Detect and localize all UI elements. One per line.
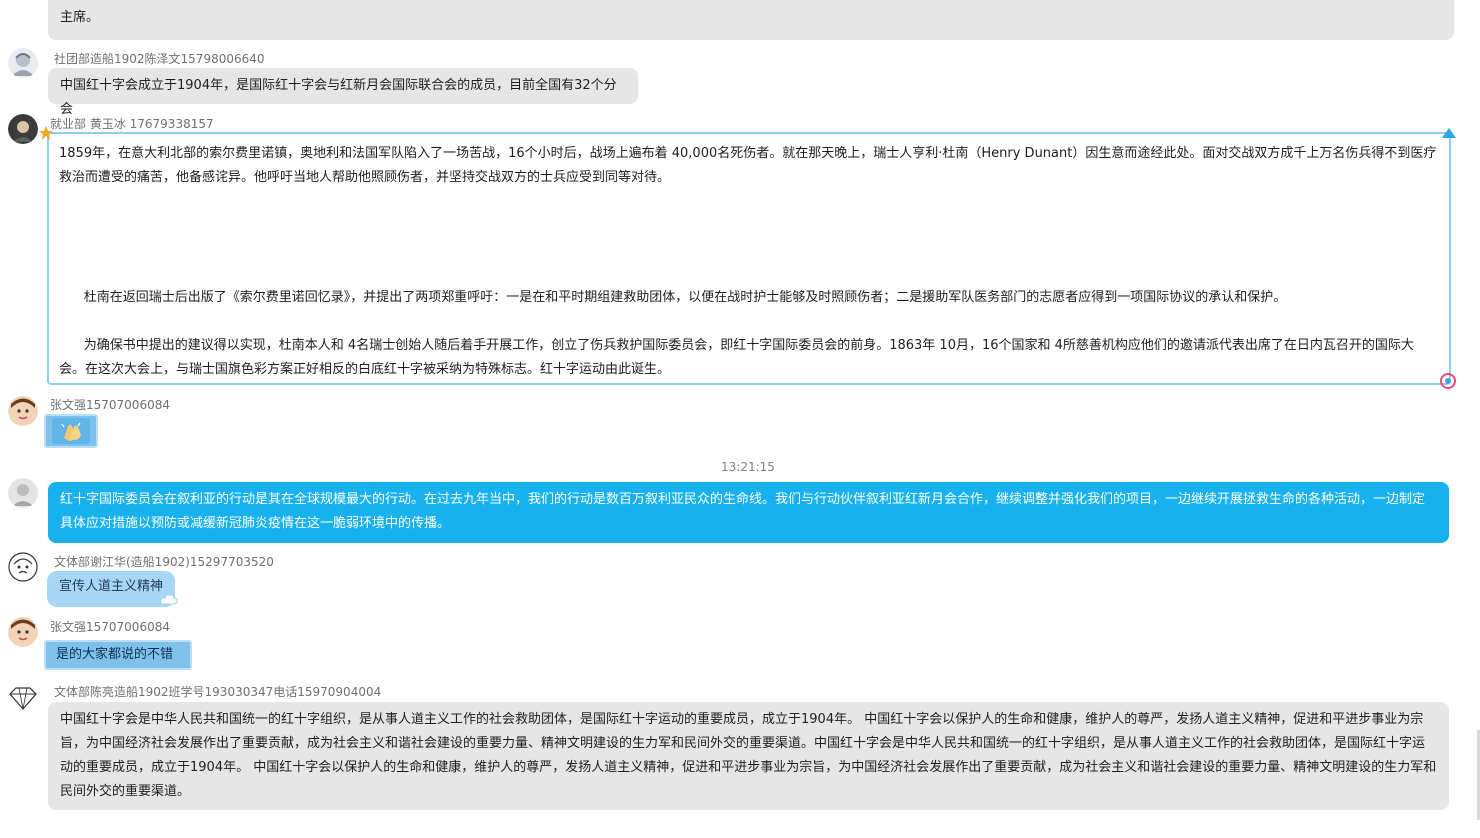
avatar[interactable] [8, 396, 38, 426]
sender-name: 就业部 黄玉冰 17679338157 [50, 117, 214, 131]
message-text: 是的大家都说的不错 [56, 647, 174, 662]
message-paragraph: 为确保书中提出的建议得以实现，杜南本人和 4名瑞士创始人随后着手开展工作，创立了… [59, 338, 1414, 377]
avatar-image-icon [8, 48, 38, 78]
arrow-ornament-icon [1442, 128, 1456, 138]
message-paragraph: 1859年，在意大利北部的索尔费里诺镇，奥地利和法国军队陷入了一场苦战，16个小… [59, 146, 1437, 185]
message-bubble-decorated: 宣传人道主义精神 [47, 571, 175, 607]
message-bubble: 中国红十字会成立于1904年，是国际红十字会与红新月会国际联合会的成员，目前全国… [48, 68, 638, 117]
sender-name: 文体部陈亮造船1902班学号193030347电话15970904004 [54, 685, 382, 699]
clapping-hands-emoji [52, 418, 90, 444]
avatar-image-icon [8, 478, 38, 508]
star-ornament-icon [39, 126, 53, 140]
message-paragraph: 杜南在返回瑞士后出版了《索尔费里诺回忆录》，并提出了两项郑重呼吁：一是在和平时期… [59, 290, 1287, 305]
sender-name: 张文强15707006084 [50, 398, 170, 412]
message-bubble: 中国红十字会与红十字国际委员会、红十字会与红新月会国际联合会和许多国家红十字会有… [48, 0, 1454, 40]
message-timestamp: 13:21:15 [721, 460, 775, 474]
avatar[interactable] [8, 114, 38, 144]
avatar-image-icon [8, 396, 38, 426]
message-text: 中国红十字会与红十字国际委员会、红十字会与红新月会国际联合会和许多国家红十字会有… [60, 0, 1432, 25]
avatar[interactable] [8, 48, 38, 78]
diamond-avatar-icon [9, 687, 37, 710]
message-text: 宣传人道主义精神 [59, 579, 164, 594]
avatar-image-icon [8, 552, 38, 582]
message-bubble-decorated: 1859年，在意大利北部的索尔费里诺镇，奥地利和法国军队陷入了一场苦战，16个小… [47, 132, 1451, 385]
avatar[interactable] [8, 682, 38, 712]
chat-message-list[interactable]: 中国红十字会与红十字国际委员会、红十字会与红新月会国际联合会和许多国家红十字会有… [0, 0, 1480, 838]
sender-name: 张文强15707006084 [50, 620, 170, 634]
sender-name: 文体部谢江华(造船1902)15297703520 [54, 555, 274, 569]
sender-name: 社团部造船1902陈泽文15798006640 [54, 52, 265, 66]
message-bubble: 中国红十字会是中华人民共和国统一的红十字组织，是从事人道主义工作的社会救助团体，… [48, 702, 1449, 810]
avatar-image-icon [8, 114, 38, 144]
swirl-ornament-icon [1440, 373, 1456, 389]
avatar[interactable] [8, 617, 38, 647]
avatar[interactable] [8, 478, 38, 508]
cloud-ornament-icon [160, 594, 178, 605]
message-bubble: 红十字国际委员会在叙利亚的行动是其在全球规模最大的行动。在过去九年当中，我们的行… [48, 482, 1449, 543]
message-text: 中国红十字会是中华人民共和国统一的红十字组织，是从事人道主义工作的社会救助团体，… [60, 712, 1437, 799]
emoji-bubble [44, 414, 98, 448]
avatar[interactable] [8, 552, 38, 582]
message-text: 红十字国际委员会在叙利亚的行动是其在全球规模最大的行动。在过去九年当中，我们的行… [60, 492, 1426, 531]
avatar-image-icon [8, 617, 38, 647]
message-bubble-decorated: 是的大家都说的不错 [44, 640, 192, 670]
